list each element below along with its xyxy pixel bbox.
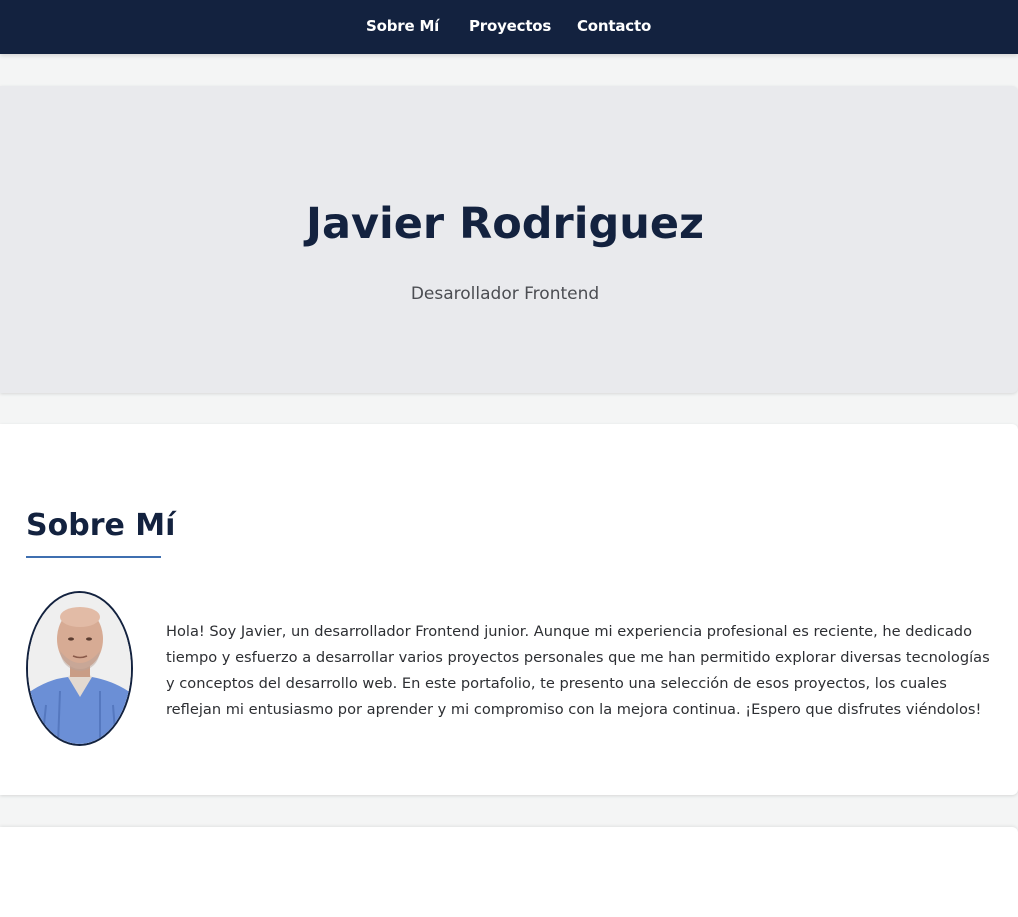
hero-section: Javier Rodriguez Desarollador Frontend — [0, 86, 1018, 393]
about-description: Hola! Soy Javier, un desarrollador Front… — [166, 623, 990, 718]
top-navbar: Sobre Mí Proyectos Contacto — [0, 0, 1018, 54]
nav-link-contacto[interactable]: Contacto — [577, 0, 651, 52]
avatar — [26, 591, 133, 746]
about-section: Sobre Mí Hola! Soy Javier, un desarrolla… — [0, 424, 1018, 795]
nav-link-sobre-mi[interactable]: Sobre Mí — [366, 0, 439, 52]
about-title-underline — [26, 556, 161, 558]
profile-photo-icon — [28, 593, 131, 744]
next-section — [0, 827, 1018, 917]
hero-role: Desarollador Frontend — [410, 284, 600, 304]
about-title: Sobre Mí — [26, 508, 176, 543]
hero-name: Javier Rodriguez — [305, 199, 705, 249]
nav-link-proyectos[interactable]: Proyectos — [469, 0, 551, 52]
